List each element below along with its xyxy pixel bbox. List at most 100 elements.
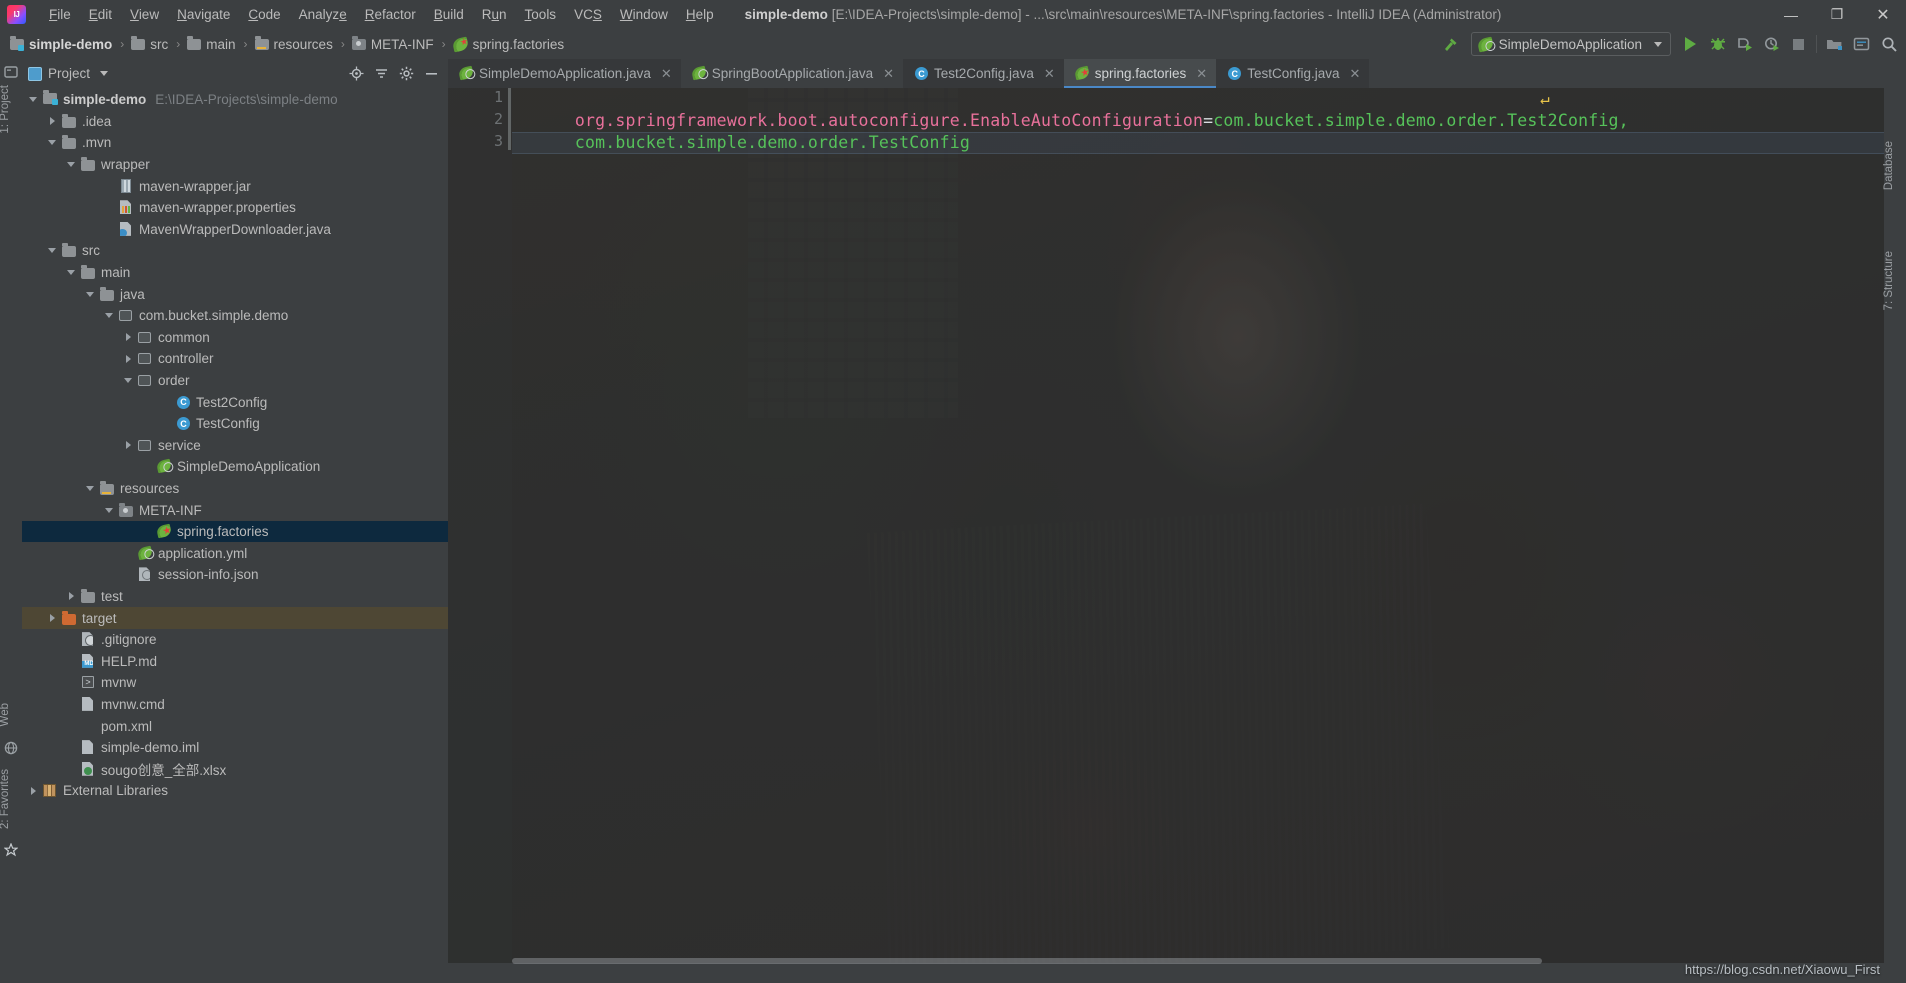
collapse-all-button[interactable]: [370, 63, 392, 85]
close-tab-icon[interactable]: ✕: [1350, 66, 1361, 82]
tree-node-simpledemoapplication[interactable]: SimpleDemoApplication: [22, 456, 448, 478]
close-tab-icon[interactable]: ✕: [661, 66, 672, 82]
chevron-right-icon[interactable]: [28, 785, 39, 796]
tree-node-simple-demo[interactable]: simple-demo E:\IDEA-Projects\simple-demo: [22, 89, 448, 111]
menu-item-refactor[interactable]: Refactor: [356, 4, 425, 25]
tree-node--gitignore[interactable]: .gitignore: [22, 629, 448, 651]
tree-node-mavenwrapperdownloader-java[interactable]: MavenWrapperDownloader.java: [22, 219, 448, 241]
editor-tab-testconfig-java[interactable]: TestConfig.java ✕: [1216, 59, 1370, 88]
tree-node-help-md[interactable]: HELP.md: [22, 650, 448, 672]
search-everywhere-button[interactable]: [1875, 31, 1902, 57]
chevron-down-icon[interactable]: [123, 375, 134, 386]
chevron-right-icon[interactable]: [66, 591, 77, 602]
tree-node-service[interactable]: service: [22, 435, 448, 457]
close-button[interactable]: ✕: [1860, 0, 1906, 29]
tree-node-src[interactable]: src: [22, 240, 448, 262]
tree-node-common[interactable]: common: [22, 327, 448, 349]
breadcrumb-item-simple-demo[interactable]: simple-demo: [8, 35, 114, 54]
menu-item-vcs[interactable]: VCS: [565, 4, 611, 25]
vcs-update-button[interactable]: [1821, 31, 1848, 57]
chevron-down-icon[interactable]: [104, 505, 115, 516]
sidebar-item-structure[interactable]: 7: Structure: [1883, 247, 1905, 314]
breadcrumb-item-resources[interactable]: resources: [253, 35, 335, 54]
tree-node-main[interactable]: main: [22, 262, 448, 284]
stop-button[interactable]: [1785, 31, 1812, 57]
menu-item-code[interactable]: Code: [239, 4, 289, 25]
tree-node-controller[interactable]: controller: [22, 348, 448, 370]
breadcrumb-item-main[interactable]: main: [185, 35, 237, 54]
chevron-down-icon[interactable]: [85, 483, 96, 494]
editor-tab-spring-factories[interactable]: spring.factories ✕: [1063, 59, 1217, 88]
tree-node-mvnw[interactable]: mvnw: [22, 672, 448, 694]
editor-tab-springbootapplication-java[interactable]: SpringBootApplication.java ✕: [680, 59, 904, 88]
maximize-button[interactable]: ❐: [1814, 0, 1860, 29]
menu-item-view[interactable]: View: [121, 4, 168, 25]
tree-node--idea[interactable]: .idea: [22, 111, 448, 133]
menu-item-tools[interactable]: Tools: [516, 4, 566, 25]
breadcrumb-item-meta-inf[interactable]: META-INF: [350, 35, 436, 54]
tree-node-order[interactable]: order: [22, 370, 448, 392]
tree-node-mvnw-cmd[interactable]: mvnw.cmd: [22, 694, 448, 716]
editor-tab-simpledemoapplication-java[interactable]: SimpleDemoApplication.java ✕: [448, 59, 681, 88]
tree-node-spring-factories[interactable]: spring.factories: [22, 520, 448, 543]
tree-node-test2config[interactable]: Test2Config: [22, 391, 448, 413]
tree-node-test[interactable]: test: [22, 586, 448, 608]
hide-tool-window-button[interactable]: [420, 63, 442, 85]
menu-item-help[interactable]: Help: [677, 4, 723, 25]
chevron-right-icon[interactable]: [123, 332, 134, 343]
chevron-down-icon[interactable]: [66, 159, 77, 170]
tree-node-application-yml[interactable]: application.yml: [22, 542, 448, 564]
editor-horizontal-scrollbar[interactable]: [448, 956, 1884, 965]
chevron-down-icon[interactable]: [66, 267, 77, 278]
tree-node-simple-demo-iml[interactable]: simple-demo.iml: [22, 737, 448, 759]
tree-node-meta-inf[interactable]: META-INF: [22, 499, 448, 521]
profiler-button[interactable]: [1758, 31, 1785, 57]
close-tab-icon[interactable]: ✕: [1044, 66, 1055, 82]
chevron-down-icon[interactable]: [100, 71, 109, 76]
run-configuration-selector[interactable]: SimpleDemoApplication: [1470, 32, 1671, 56]
close-tab-icon[interactable]: ✕: [1196, 66, 1207, 82]
chevron-right-icon[interactable]: [123, 353, 134, 364]
debug-button[interactable]: [1704, 31, 1731, 57]
menu-item-build[interactable]: Build: [425, 4, 473, 25]
sidebar-item-database[interactable]: Database: [1883, 137, 1905, 194]
tree-node--mvn[interactable]: .mvn: [22, 132, 448, 154]
vcs-commit-button[interactable]: [1848, 31, 1875, 57]
settings-button[interactable]: [395, 63, 417, 85]
chevron-right-icon[interactable]: [47, 116, 58, 127]
close-tab-icon[interactable]: ✕: [883, 66, 894, 82]
chevron-down-icon[interactable]: [47, 245, 58, 256]
run-with-coverage-button[interactable]: [1731, 31, 1758, 57]
tree-node-testconfig[interactable]: TestConfig: [22, 413, 448, 435]
menu-item-navigate[interactable]: Navigate: [168, 4, 239, 25]
tree-node-wrapper[interactable]: wrapper: [22, 154, 448, 176]
chevron-down-icon[interactable]: [47, 137, 58, 148]
tree-node-session-info-json[interactable]: session-info.json: [22, 564, 448, 586]
sidebar-item-favorites[interactable]: 2: Favorites: [0, 765, 21, 833]
sidebar-item-web[interactable]: Web: [0, 699, 21, 730]
editor-tab-test2config-java[interactable]: Test2Config.java ✕: [903, 59, 1064, 88]
chevron-right-icon[interactable]: [47, 613, 58, 624]
code-editor[interactable]: 1 2 3 org.springframework.boot.autoconfi…: [448, 88, 1884, 963]
sidebar-item-project[interactable]: 1: Project: [0, 81, 21, 138]
tree-node-target[interactable]: target: [22, 607, 448, 629]
breadcrumb-item-spring-factories[interactable]: spring.factories: [451, 35, 567, 54]
tree-node-resources[interactable]: resources: [22, 478, 448, 500]
chevron-down-icon[interactable]: [104, 310, 115, 321]
tree-node-pom-xml[interactable]: pom.xml: [22, 715, 448, 737]
chevron-down-icon[interactable]: [85, 289, 96, 300]
minimize-button[interactable]: —: [1768, 0, 1814, 29]
run-button[interactable]: [1677, 31, 1704, 57]
scrollbar-thumb[interactable]: [512, 958, 1542, 964]
breadcrumb-item-src[interactable]: src: [129, 35, 170, 54]
menu-item-run[interactable]: Run: [473, 4, 516, 25]
locate-file-button[interactable]: [345, 63, 367, 85]
tree-node-maven-wrapper-properties[interactable]: maven-wrapper.properties: [22, 197, 448, 219]
chevron-right-icon[interactable]: [123, 440, 134, 451]
menu-item-edit[interactable]: Edit: [80, 4, 121, 25]
build-project-button[interactable]: [1438, 31, 1465, 57]
tree-node-sougo------xlsx[interactable]: sougo创意_全部.xlsx: [22, 758, 448, 780]
tree-node-external-libraries[interactable]: External Libraries: [22, 780, 448, 802]
tree-node-maven-wrapper-jar[interactable]: maven-wrapper.jar: [22, 175, 448, 197]
menu-item-analyze[interactable]: Analyze: [290, 4, 356, 25]
